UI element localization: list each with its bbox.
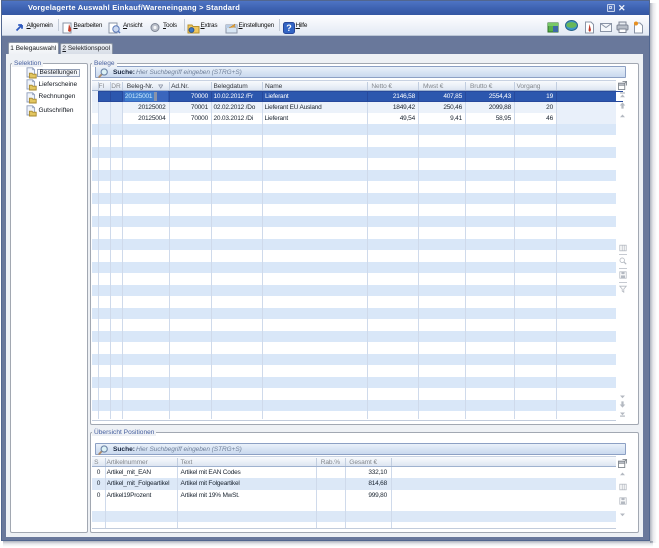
svg-text:?: ? bbox=[286, 23, 292, 33]
